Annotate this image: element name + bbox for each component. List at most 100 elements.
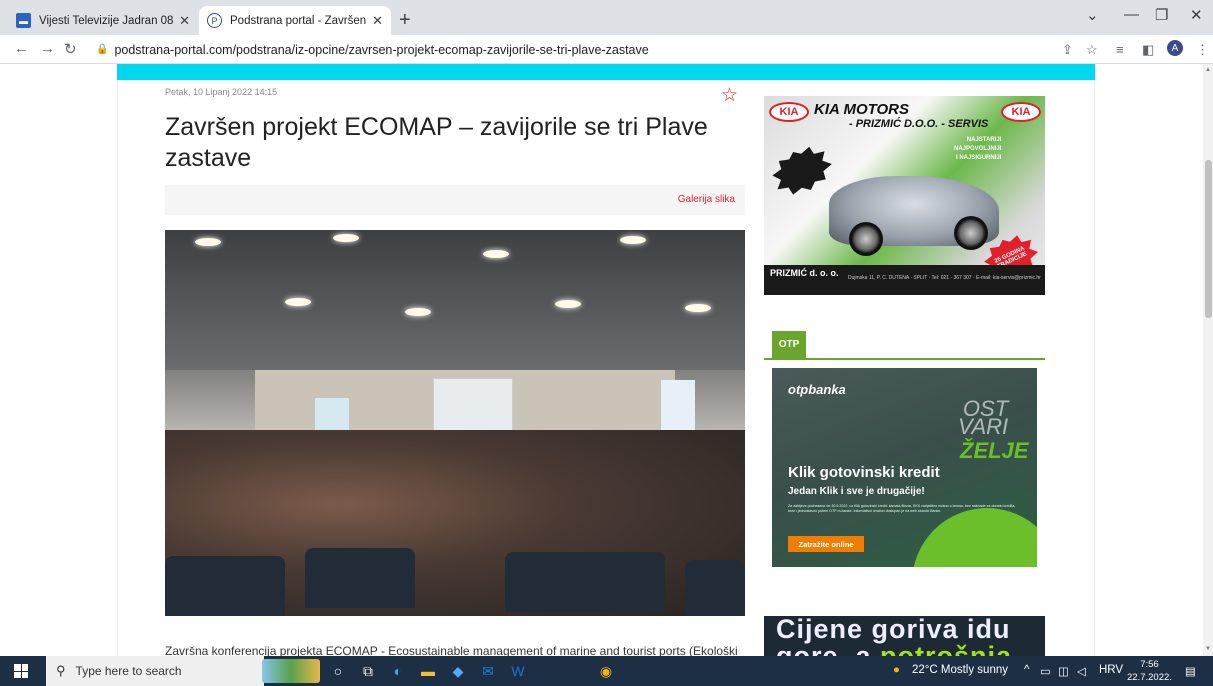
chair bbox=[685, 560, 745, 616]
chair bbox=[165, 556, 285, 616]
windows-taskbar: ⚲ Type here to search ○ ⧉ ◐ ▬ ◆ ✉ W ◉ ● … bbox=[0, 656, 1213, 686]
volume-icon[interactable]: ◁ bbox=[1077, 664, 1086, 678]
tv-favicon-icon: ▬ bbox=[16, 13, 31, 28]
kia-ad-footer: PRIZMIĆ d. o. o. Dujmska 11, P. C. DUTEN… bbox=[764, 265, 1045, 295]
taskbar-search[interactable]: ⚲ Type here to search bbox=[46, 656, 264, 686]
close-tab-icon[interactable]: ✕ bbox=[179, 13, 190, 29]
file-explorer-icon[interactable]: ▬ bbox=[419, 662, 437, 680]
network-icon[interactable]: ◫ bbox=[1058, 664, 1069, 678]
scroll-down-icon[interactable]: ▼ bbox=[1205, 646, 1211, 652]
profile-avatar[interactable]: A bbox=[1167, 40, 1183, 56]
battery-icon[interactable]: ▭ bbox=[1040, 664, 1051, 678]
fuel-ad-highlight: potrošnja bbox=[880, 641, 1013, 656]
new-tab-icon[interactable]: + bbox=[399, 9, 411, 32]
article-paragraph: Završna konferencija projekta ECOMAP - E… bbox=[165, 644, 738, 656]
bookmark-star-icon[interactable]: ☆ bbox=[1086, 42, 1098, 58]
weather-icon[interactable]: ● bbox=[893, 664, 900, 676]
tab-strip: ▬ Vijesti Televizije Jadran 08.06.202 ✕ … bbox=[0, 0, 1213, 35]
reading-list-icon[interactable]: ≡ bbox=[1116, 42, 1124, 57]
page-scrollbar[interactable]: ▲ ▼ bbox=[1203, 64, 1213, 656]
kia-ad-title: KIA MOTORS bbox=[814, 101, 910, 118]
back-icon[interactable]: ← bbox=[14, 40, 29, 57]
tagline-line: NAJPOVOLJNIJI bbox=[954, 146, 1002, 152]
favorite-star-icon[interactable]: ☆ bbox=[721, 84, 738, 107]
search-highlight-image[interactable] bbox=[262, 659, 320, 683]
kia-logo: KIA bbox=[1001, 102, 1041, 122]
forward-icon[interactable]: → bbox=[40, 40, 55, 57]
task-view-icon[interactable]: ⧉ bbox=[359, 662, 377, 680]
page-viewport: Petak, 10 Lipanj 2022 14:15 ☆ Završen pr… bbox=[0, 64, 1213, 656]
kia-address: Dujmska 11, P. C. DUTENA · SPLIT · Tel: … bbox=[848, 275, 1041, 281]
app-icon[interactable]: ◆ bbox=[449, 662, 467, 680]
tray-chevron-icon[interactable]: ^ bbox=[1024, 664, 1029, 676]
projection-screen bbox=[433, 378, 513, 438]
ceiling-light bbox=[483, 250, 509, 258]
otp-subline: Jedan Klik i sve je drugačije! bbox=[788, 486, 925, 497]
kia-logo: KIA bbox=[769, 102, 809, 122]
ceiling-light bbox=[405, 308, 431, 316]
tagline-line: NAJSTARIJI bbox=[966, 137, 1002, 143]
close-window-icon[interactable]: ✕ bbox=[1190, 6, 1203, 24]
chair bbox=[505, 552, 665, 612]
otp-section-divider bbox=[764, 358, 1045, 360]
green-circle-decoration bbox=[912, 508, 1037, 567]
restore-icon[interactable]: ❐ bbox=[1155, 6, 1168, 24]
scrollbar-thumb[interactable] bbox=[1205, 160, 1212, 318]
search-icon: ⚲ bbox=[56, 663, 66, 678]
minimize-icon[interactable]: — bbox=[1124, 6, 1139, 23]
outlook-icon[interactable]: ✉ bbox=[479, 662, 497, 680]
language-indicator[interactable]: HRV bbox=[1099, 664, 1123, 676]
weather-text[interactable]: 22°C Mostly sunny bbox=[912, 664, 1008, 676]
car-wheel bbox=[849, 222, 883, 256]
edge-icon[interactable]: ◐ bbox=[389, 662, 407, 680]
word-icon[interactable]: W bbox=[509, 662, 527, 680]
reload-icon[interactable]: ↻ bbox=[64, 40, 77, 58]
taskbar-clock[interactable]: 7:56 22.7.2022. bbox=[1127, 658, 1172, 684]
ceiling-light bbox=[685, 304, 711, 312]
kia-ad-tagline: NAJSTARIJI NAJPOVOLJNIJI I NAJSIGURNIJI bbox=[954, 136, 1001, 163]
share-icon[interactable]: ⇪ bbox=[1062, 42, 1073, 58]
search-placeholder: Type here to search bbox=[75, 664, 182, 678]
gallery-bar: Galerija slika bbox=[165, 185, 745, 215]
windows-start-icon[interactable] bbox=[14, 664, 28, 678]
tab-search-chevron-icon[interactable]: ⌄ bbox=[1086, 6, 1099, 24]
tab-podstrana[interactable]: P Podstrana portal - Završen projek ✕ bbox=[199, 6, 391, 35]
photo-ceiling bbox=[165, 230, 745, 370]
side-panel-icon[interactable]: ◧ bbox=[1142, 42, 1154, 58]
otp-cta-button[interactable]: Zatražite online bbox=[788, 536, 864, 552]
fuel-price-ad[interactable]: Cijene goriva idu gore, a potrošnja bbox=[764, 616, 1045, 656]
ceiling-light bbox=[555, 300, 581, 308]
ceiling-light bbox=[333, 234, 359, 242]
tab-title: Vijesti Televizije Jadran 08.06.202 bbox=[39, 14, 174, 27]
prizmic-brand: PRIZMIĆ d. o. o. bbox=[770, 268, 839, 278]
close-tab-icon[interactable]: ✕ bbox=[372, 13, 383, 29]
scroll-up-icon[interactable]: ▲ bbox=[1205, 67, 1211, 73]
clock-time: 7:56 bbox=[1140, 659, 1159, 670]
cortana-icon[interactable]: ○ bbox=[329, 662, 347, 680]
tab-vijesti[interactable]: ▬ Vijesti Televizije Jadran 08.06.202 ✕ bbox=[8, 6, 198, 35]
ceiling-light bbox=[620, 236, 646, 244]
otp-fine-print: Za zahtjeve podnesene do 30.9.2022. uz K… bbox=[788, 504, 1016, 513]
otp-headline: Klik gotovinski kredit bbox=[788, 464, 940, 481]
kia-motors-ad[interactable]: KIA KIA KIA MOTORS - PRIZMIĆ D.O.O. - SE… bbox=[764, 96, 1045, 295]
clock-date: 22.7.2022. bbox=[1127, 672, 1172, 683]
kia-offer-badge bbox=[766, 139, 838, 202]
ceiling-light bbox=[195, 238, 221, 246]
address-bar[interactable]: 🔒 podstrana-portal.com/podstrana/iz-opci… bbox=[90, 38, 1070, 61]
notifications-icon[interactable]: ▤ bbox=[1185, 664, 1196, 678]
chrome-icon[interactable]: ◉ bbox=[597, 662, 615, 680]
lock-icon: 🔒 bbox=[96, 44, 109, 55]
zelje-text: ŽELJE bbox=[960, 438, 1029, 463]
article-date: Petak, 10 Lipanj 2022 14:15 bbox=[165, 87, 278, 97]
ost-vari-text: OST VARI bbox=[958, 396, 1009, 439]
gallery-link[interactable]: Galerija slika bbox=[678, 194, 735, 205]
ceiling-light bbox=[285, 298, 311, 306]
menu-dots-icon[interactable]: ⋮ bbox=[1196, 42, 1209, 58]
kia-ad-subtitle: - PRIZMIĆ D.O.O. - SERVIS bbox=[849, 118, 989, 130]
portal-favicon-icon: P bbox=[207, 13, 222, 28]
article-photo[interactable] bbox=[165, 230, 745, 616]
tab-title: Podstrana portal - Završen projek bbox=[230, 14, 367, 27]
otp-section-label: OTP bbox=[772, 331, 806, 358]
otp-bank-ad[interactable]: otpbanka OST VARI ŽELJE Klik gotovinski … bbox=[772, 368, 1037, 567]
car-wheel bbox=[954, 216, 988, 250]
